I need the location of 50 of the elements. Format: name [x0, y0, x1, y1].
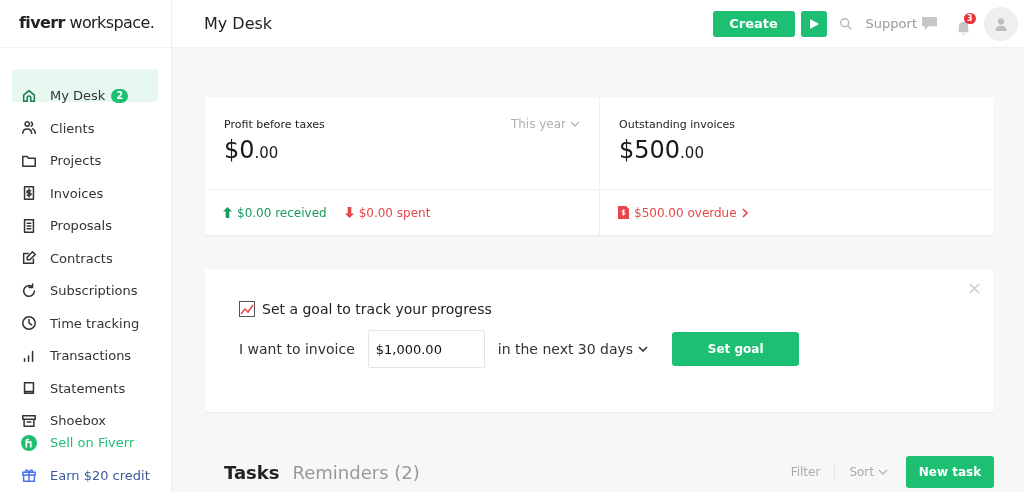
page-title: My Desk: [204, 14, 274, 33]
sidebar-item[interactable]: Proposals: [12, 199, 158, 232]
amount: $0.00: [224, 136, 280, 164]
tab[interactable]: Tasks: [224, 461, 280, 483]
notification-button[interactable]: 3: [956, 12, 976, 35]
nav-icon: [21, 185, 37, 202]
chevron-down-icon: [638, 346, 649, 352]
close-icon[interactable]: [969, 283, 980, 294]
period-dropdown[interactable]: in the next 30 days: [497, 341, 649, 357]
card-label: Profit before taxes: [224, 117, 325, 131]
arrow-down-icon: [344, 207, 354, 218]
sidebar-item[interactable]: Projects: [12, 134, 158, 167]
chat-icon[interactable]: [921, 16, 938, 31]
nav-icon: [21, 412, 37, 429]
arrow-up-icon: [223, 207, 232, 218]
gift-icon: [21, 467, 37, 484]
nav-icon: [21, 380, 37, 397]
card-label: Outstanding invoices: [619, 117, 736, 131]
spent-stat: $0.00 spent: [344, 205, 431, 220]
search-icon[interactable]: [838, 16, 853, 31]
goal-label: I want to invoice: [239, 341, 355, 357]
count-badge: 2: [111, 88, 129, 103]
nav-icon: [21, 120, 37, 137]
amount-input[interactable]: $1,000.00: [367, 330, 485, 368]
amount: $500.00: [619, 136, 705, 164]
notification-badge: 3: [964, 12, 976, 24]
overdue-link[interactable]: $500.00 overdue: [618, 205, 748, 220]
sidebar-item[interactable]: Earn $20 credit: [12, 459, 158, 492]
bell-icon: [956, 19, 971, 35]
logo: fiverr workspace.: [0, 0, 171, 48]
goal-title: Set a goal to track your progress: [262, 301, 492, 317]
nav-icon: [21, 87, 37, 104]
nav-icon: [21, 282, 37, 299]
invoice-icon: [618, 206, 629, 219]
chevron-right-icon: [741, 207, 748, 218]
play-icon: [807, 17, 820, 30]
received-stat: $0.00 received: [223, 205, 327, 220]
nav-icon: [21, 315, 37, 332]
nav-icon: [21, 217, 37, 234]
sidebar-item[interactable]: Shoebox: [12, 394, 158, 427]
chevron-down-icon: [878, 469, 888, 475]
chart-icon: [239, 301, 255, 317]
play-button[interactable]: [800, 10, 827, 37]
fiverr-logo-icon: [21, 434, 37, 451]
avatar[interactable]: [984, 6, 1018, 41]
chevron-down-icon: [570, 121, 580, 127]
sidebar-item[interactable]: My Desk 2: [12, 69, 158, 102]
sidebar-item[interactable]: Subscriptions: [12, 264, 158, 297]
sidebar-item[interactable]: Statements: [12, 361, 158, 394]
nav-icon: [21, 250, 37, 267]
